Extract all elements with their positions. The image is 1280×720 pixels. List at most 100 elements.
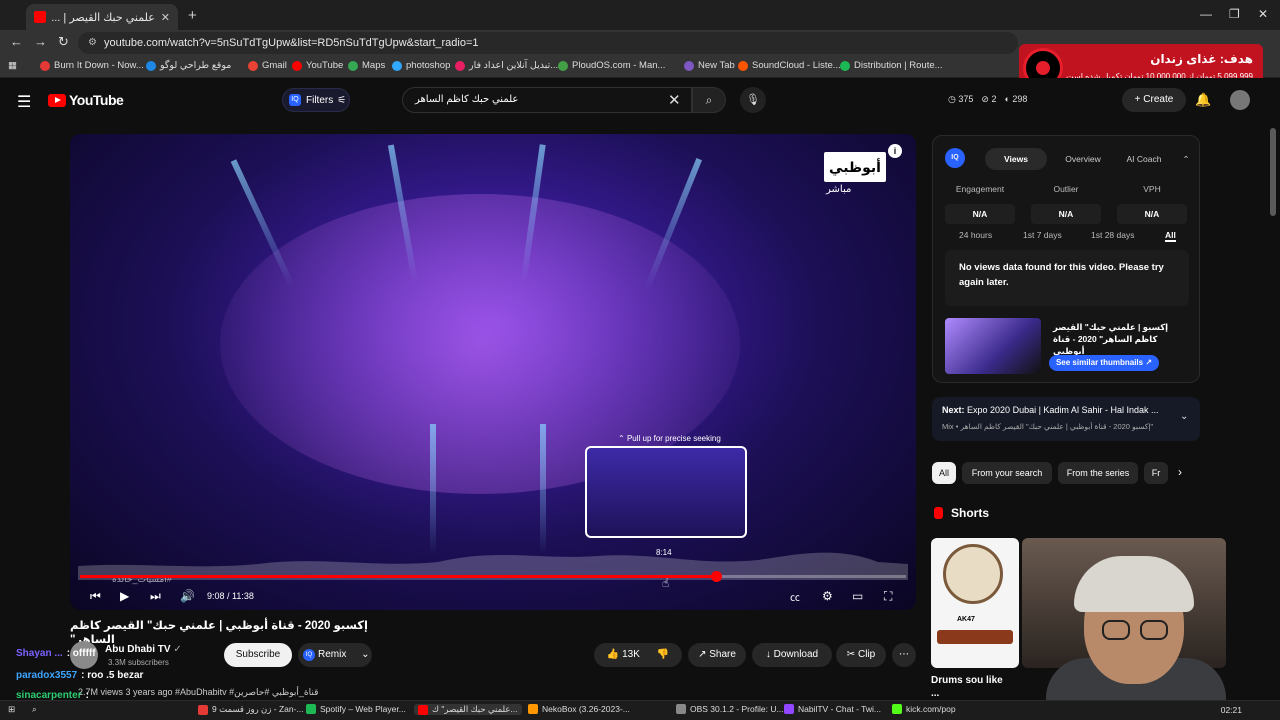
video-player[interactable]: أبوظبي مباشر i ⌃ Pull up for precise see…: [70, 134, 916, 610]
no-data-message: No views data found for this video. Plea…: [945, 250, 1189, 306]
youtube-header: ☰ YouTube IQ Filters ⚟ علمني حبك كاظم ال…: [0, 78, 1280, 122]
clip-button[interactable]: ✂ Clip: [836, 643, 886, 667]
play-icon[interactable]: ▶: [120, 589, 129, 603]
taskbar-item[interactable]: OBS 30.1.2 - Profile: U...: [676, 704, 784, 714]
subscribe-button[interactable]: Subscribe: [224, 643, 292, 667]
tab-views[interactable]: Views: [985, 148, 1047, 170]
metric-vph-value: N/A: [1117, 204, 1187, 224]
address-bar[interactable]: ⚙ youtube.com/watch?v=5nSuTdTgUpw&list=R…: [78, 32, 1018, 54]
chip-from-the-series[interactable]: From the series: [1058, 462, 1138, 484]
tab-ai-coach[interactable]: AI Coach: [1115, 148, 1173, 170]
maximize-icon[interactable]: ❐: [1229, 7, 1240, 21]
short-title[interactable]: Drums sou like ...: [931, 674, 1011, 700]
previous-icon[interactable]: ⏮: [90, 589, 101, 604]
chip-all[interactable]: All: [932, 462, 956, 484]
volume-icon[interactable]: 🔊: [180, 589, 195, 603]
bookmark-favicon-icon: [684, 60, 694, 71]
taskbar-search-icon[interactable]: ⌕: [32, 704, 37, 715]
taskbar-item[interactable]: NekoBox (3.26-2023-...: [528, 704, 630, 714]
bookmark-favicon-icon: [348, 60, 358, 71]
time-display: 9:08 / 11:38: [207, 591, 254, 601]
verified-icon: ✓: [173, 644, 182, 655]
remix-button[interactable]: Remix ⌄: [298, 643, 372, 667]
captions-icon[interactable]: ㏄: [790, 589, 800, 604]
chevron-down-icon[interactable]: ⌄: [1180, 411, 1188, 422]
bookmark-item[interactable]: PloudOS.com - Man...: [558, 60, 665, 71]
seek-preview-thumbnail: [585, 446, 747, 538]
windows-start-icon[interactable]: ⊞: [8, 704, 15, 715]
theater-mode-icon[interactable]: ▭: [852, 589, 863, 603]
chip-from-your-search[interactable]: From your search: [962, 462, 1052, 484]
info-icon[interactable]: i: [888, 144, 902, 158]
taskbar-app-icon: [676, 704, 686, 714]
search-input[interactable]: علمني حبك كاظم الساهر: [402, 87, 692, 113]
new-tab-button[interactable]: +: [188, 7, 197, 24]
dislike-button[interactable]: 👎: [657, 649, 669, 660]
range-28-days[interactable]: 1st 28 days: [1091, 230, 1134, 240]
taskbar-item[interactable]: 9 زن روز قسمت - Zan-...: [198, 704, 304, 715]
short-card[interactable]: AK47: [931, 538, 1019, 668]
voice-search-button[interactable]: 🎙: [740, 87, 766, 113]
hamburger-menu-icon[interactable]: ☰: [17, 92, 31, 112]
taskbar-item[interactable]: Spotify – Web Player...: [306, 704, 406, 714]
up-next-card[interactable]: Next: Expo 2020 Dubai | Kadim Al Sahir -…: [932, 397, 1200, 441]
bookmark-item[interactable]: New Tab: [684, 60, 735, 71]
search-icon: ⌕: [705, 93, 713, 107]
bookmark-item[interactable]: Maps: [348, 60, 385, 71]
forward-arrow-icon[interactable]: →: [34, 34, 47, 49]
see-similar-thumbnails-button[interactable]: See similar thumbnails ↗: [1049, 355, 1159, 371]
taskbar-item[interactable]: kick.com/pop: [892, 704, 956, 714]
filters-button[interactable]: IQ Filters ⚟: [282, 88, 350, 112]
download-button[interactable]: ↓ Download: [752, 643, 832, 667]
progress-played: [80, 575, 717, 578]
video-thumbnail[interactable]: [945, 318, 1041, 374]
search-button[interactable]: ⌕: [692, 87, 726, 113]
progress-scrubber[interactable]: [711, 571, 723, 582]
tab-close-icon[interactable]: ✕: [161, 11, 170, 24]
bookmark-item[interactable]: photoshop: [392, 60, 450, 71]
like-button[interactable]: 👍 13K: [607, 649, 640, 660]
create-button[interactable]: + Create: [1122, 88, 1186, 112]
account-avatar[interactable]: [1230, 90, 1250, 110]
notifications-bell-icon[interactable]: 🔔: [1195, 92, 1211, 108]
bookmark-item[interactable]: موقع طراحي لوگو: [146, 60, 231, 71]
taskbar-item[interactable]: NabilTV - Chat - Twi...: [784, 704, 881, 714]
site-info-icon[interactable]: ⚙: [88, 32, 97, 54]
browser-tab-active[interactable]: علمني حبك القيصر | ... ✕: [26, 4, 178, 30]
close-window-icon[interactable]: ✕: [1258, 7, 1268, 21]
back-arrow-icon[interactable]: ←: [10, 34, 23, 49]
fullscreen-icon[interactable]: ⛶: [884, 589, 892, 604]
reload-icon[interactable]: ↻: [58, 34, 69, 50]
bookmark-label: photoshop: [406, 60, 451, 71]
range-all[interactable]: All: [1165, 230, 1176, 242]
bookmark-item[interactable]: تبديل آنلاين اعداد فار...: [455, 60, 558, 71]
youtube-logo[interactable]: YouTube: [48, 92, 124, 108]
more-actions-icon[interactable]: ⋯: [892, 643, 916, 667]
bookmark-item[interactable]: YouTube: [292, 60, 343, 71]
channel-name[interactable]: Abu Dhabi TV ✓: [105, 644, 182, 655]
bookmark-item[interactable]: Distribution | Route...: [840, 60, 943, 71]
range-24-hours[interactable]: 24 hours: [959, 230, 992, 240]
tab-overview[interactable]: Overview: [1053, 148, 1113, 170]
share-button[interactable]: ↗ Share: [688, 643, 746, 667]
chip-truncated[interactable]: Fr: [1144, 462, 1168, 484]
taskbar-item[interactable]: علمني حبك القيصر" ك...: [414, 704, 522, 715]
system-clock: 02:21: [1220, 705, 1242, 715]
bookmark-item[interactable]: Gmail: [248, 60, 287, 71]
collapse-chevron-icon[interactable]: ⌃: [1179, 148, 1193, 170]
progress-bar[interactable]: [80, 571, 906, 582]
range-7-days[interactable]: 1st 7 days: [1023, 230, 1062, 240]
next-icon[interactable]: ⏭: [150, 589, 161, 604]
bookmark-favicon-icon: [40, 60, 50, 71]
bookmark-item[interactable]: SoundCloud - Liste...: [738, 60, 841, 71]
apps-grid-icon[interactable]: ▦: [8, 60, 17, 71]
minimize-icon[interactable]: —: [1200, 7, 1212, 21]
bookmark-label: SoundCloud - Liste...: [752, 60, 841, 71]
bookmark-item[interactable]: Burn It Down - Now...: [40, 60, 144, 71]
streamer-webcam: [1036, 540, 1226, 700]
clear-search-icon[interactable]: ✕: [668, 91, 681, 109]
chevron-right-icon[interactable]: ›: [1178, 465, 1182, 479]
settings-gear-icon[interactable]: ⚙: [822, 589, 833, 603]
page-scrollbar[interactable]: [1270, 128, 1276, 216]
stat-score: ◐ 298: [1004, 94, 1028, 104]
